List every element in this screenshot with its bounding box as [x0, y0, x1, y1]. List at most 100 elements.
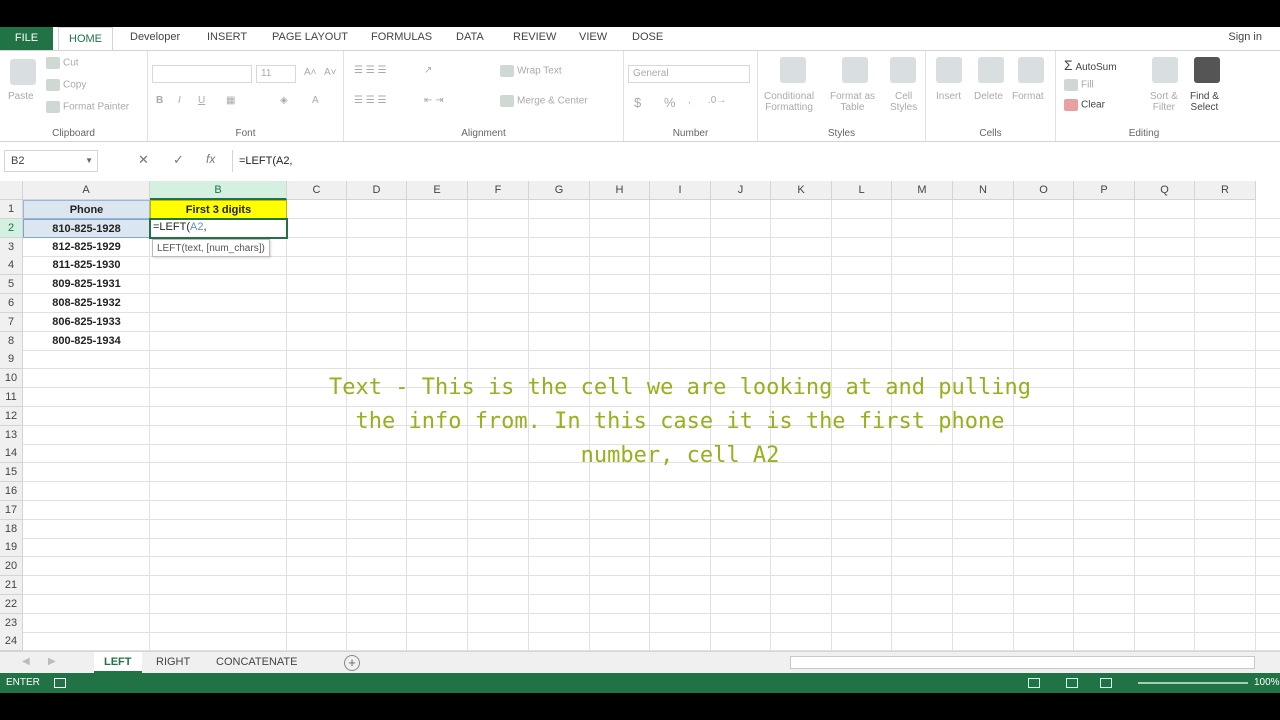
page-layout-view-icon[interactable] — [1066, 678, 1078, 688]
formula-input[interactable]: =LEFT(A2, — [232, 150, 1280, 172]
align-top-icon[interactable]: ☰ ☰ ☰ — [354, 65, 386, 76]
fill-color-icon[interactable]: ◈ — [280, 95, 288, 106]
active-cell-b2[interactable]: =LEFT(A2, — [149, 218, 288, 239]
tab-file[interactable]: FILE — [0, 27, 53, 50]
number-format-combo[interactable]: General — [628, 65, 750, 83]
tab-developer[interactable]: Developer — [130, 31, 180, 43]
row-header-5[interactable]: 5 — [0, 275, 23, 295]
column-header-a[interactable]: A — [23, 181, 150, 200]
font-name-combo[interactable] — [152, 65, 252, 83]
merge-center-button[interactable]: Merge & Center — [500, 95, 588, 107]
prev-sheet-icon[interactable]: ◀ — [22, 656, 30, 667]
cell-a2[interactable]: 810-825-1928 — [23, 218, 150, 238]
underline-button[interactable]: U — [198, 95, 205, 106]
tab-data[interactable]: DATA — [456, 31, 484, 43]
column-header-i[interactable]: I — [650, 181, 711, 200]
horizontal-scrollbar[interactable] — [790, 656, 1255, 669]
row-header-1[interactable]: 1 — [0, 200, 23, 219]
paste-button[interactable]: Paste — [8, 91, 34, 102]
row-header-23[interactable]: 23 — [0, 613, 23, 633]
column-header-d[interactable]: D — [347, 181, 407, 200]
autosum-button[interactable]: Σ AutoSum — [1064, 57, 1117, 73]
bold-button[interactable]: B — [156, 95, 163, 106]
row-header-20[interactable]: 20 — [0, 557, 23, 577]
cell-a8[interactable]: 800-825-1934 — [23, 332, 150, 351]
cell-a7[interactable]: 806-825-1933 — [23, 313, 150, 332]
sheet-tab-left[interactable]: LEFT — [94, 652, 142, 673]
borders-icon[interactable]: ▦ — [226, 95, 235, 106]
copy-button[interactable]: Copy — [46, 79, 86, 91]
zoom-slider[interactable] — [1138, 682, 1248, 684]
row-header-3[interactable]: 3 — [0, 237, 23, 257]
sign-in-link[interactable]: Sign in — [1228, 31, 1262, 43]
column-header-p[interactable]: P — [1074, 181, 1135, 200]
row-header-22[interactable]: 22 — [0, 594, 23, 614]
cell-a3[interactable]: 812-825-1929 — [23, 238, 150, 257]
insert-function-icon[interactable]: fx — [206, 152, 215, 166]
column-header-r[interactable]: R — [1195, 181, 1256, 200]
page-break-view-icon[interactable] — [1100, 678, 1112, 688]
delete-cells-button[interactable]: Delete — [974, 91, 1003, 102]
column-header-q[interactable]: Q — [1135, 181, 1195, 200]
cancel-icon[interactable]: ✕ — [138, 152, 149, 168]
tab-dose[interactable]: DOSE — [632, 31, 663, 43]
column-header-n[interactable]: N — [953, 181, 1014, 200]
row-header-10[interactable]: 10 — [0, 369, 23, 389]
tab-view[interactable]: VIEW — [579, 31, 607, 43]
cell-a6[interactable]: 808-825-1932 — [23, 294, 150, 313]
column-header-m[interactable]: M — [892, 181, 953, 200]
wrap-text-button[interactable]: Wrap Text — [500, 65, 562, 77]
column-header-c[interactable]: C — [287, 181, 347, 200]
tab-insert[interactable]: INSERT — [207, 31, 247, 43]
next-sheet-icon[interactable]: ▶ — [48, 656, 56, 667]
row-header-18[interactable]: 18 — [0, 519, 23, 539]
currency-button[interactable]: $ — [634, 95, 641, 110]
select-all-corner[interactable] — [0, 181, 23, 200]
column-header-o[interactable]: O — [1014, 181, 1074, 200]
font-size-combo[interactable]: 11 — [256, 65, 296, 83]
row-header-13[interactable]: 13 — [0, 425, 23, 445]
row-header-11[interactable]: 11 — [0, 388, 23, 407]
tab-home[interactable]: HOME — [58, 27, 113, 51]
indent-icon[interactable]: ⇤ ⇥ — [424, 95, 444, 106]
cell-a1[interactable]: Phone — [23, 200, 150, 219]
format-cells-button[interactable]: Format — [1012, 91, 1044, 102]
italic-button[interactable]: I — [178, 95, 181, 106]
align-left-icon[interactable]: ☰ ☰ ☰ — [354, 95, 386, 106]
row-header-6[interactable]: 6 — [0, 294, 23, 313]
shrink-font-icon[interactable]: A˅ — [324, 67, 337, 78]
sheet-tab-concatenate[interactable]: CONCATENATE — [206, 652, 308, 673]
name-box[interactable]: B2 ▼ — [4, 150, 98, 172]
cell-b1[interactable]: First 3 digits — [150, 200, 287, 219]
column-header-f[interactable]: F — [468, 181, 529, 200]
macro-record-icon[interactable] — [54, 678, 66, 688]
orientation-icon[interactable]: ↗ — [424, 65, 432, 76]
normal-view-icon[interactable] — [1028, 678, 1040, 688]
row-header-17[interactable]: 17 — [0, 500, 23, 520]
row-header-7[interactable]: 7 — [0, 312, 23, 332]
row-header-24[interactable]: 24 — [0, 632, 23, 651]
zoom-level[interactable]: 100% — [1254, 673, 1280, 693]
row-header-9[interactable]: 9 — [0, 350, 23, 370]
worksheet-grid[interactable]: ABCDEFGHIJKLMNOPQR 1 2 3 4 5 6 7 8 9 10 11 12 13 14 15… — [0, 181, 1280, 651]
row-header-14[interactable]: 14 — [0, 444, 23, 464]
sort-filter-button[interactable]: Sort & Filter — [1150, 91, 1178, 113]
fill-button[interactable]: Fill — [1064, 79, 1094, 91]
comma-style-icon[interactable]: , — [688, 95, 691, 106]
format-painter-button[interactable]: Format Painter — [46, 101, 129, 113]
cell-a5[interactable]: 809-825-1931 — [23, 275, 150, 294]
column-header-b[interactable]: B — [150, 181, 287, 200]
row-header-2[interactable]: 2 — [0, 218, 23, 238]
column-header-k[interactable]: K — [771, 181, 832, 200]
conditional-formatting-button[interactable]: Conditional Formatting — [764, 91, 814, 113]
row-header-4[interactable]: 4 — [0, 256, 23, 276]
column-header-j[interactable]: J — [711, 181, 771, 200]
sheet-tab-right[interactable]: RIGHT — [146, 652, 200, 673]
add-sheet-icon[interactable]: + — [344, 655, 360, 671]
row-header-15[interactable]: 15 — [0, 463, 23, 483]
cell-a4[interactable]: 811-825-1930 — [23, 256, 150, 275]
tab-page-layout[interactable]: PAGE LAYOUT — [272, 31, 348, 43]
row-header-16[interactable]: 16 — [0, 482, 23, 501]
row-header-8[interactable]: 8 — [0, 331, 23, 351]
percent-button[interactable]: % — [664, 95, 676, 110]
